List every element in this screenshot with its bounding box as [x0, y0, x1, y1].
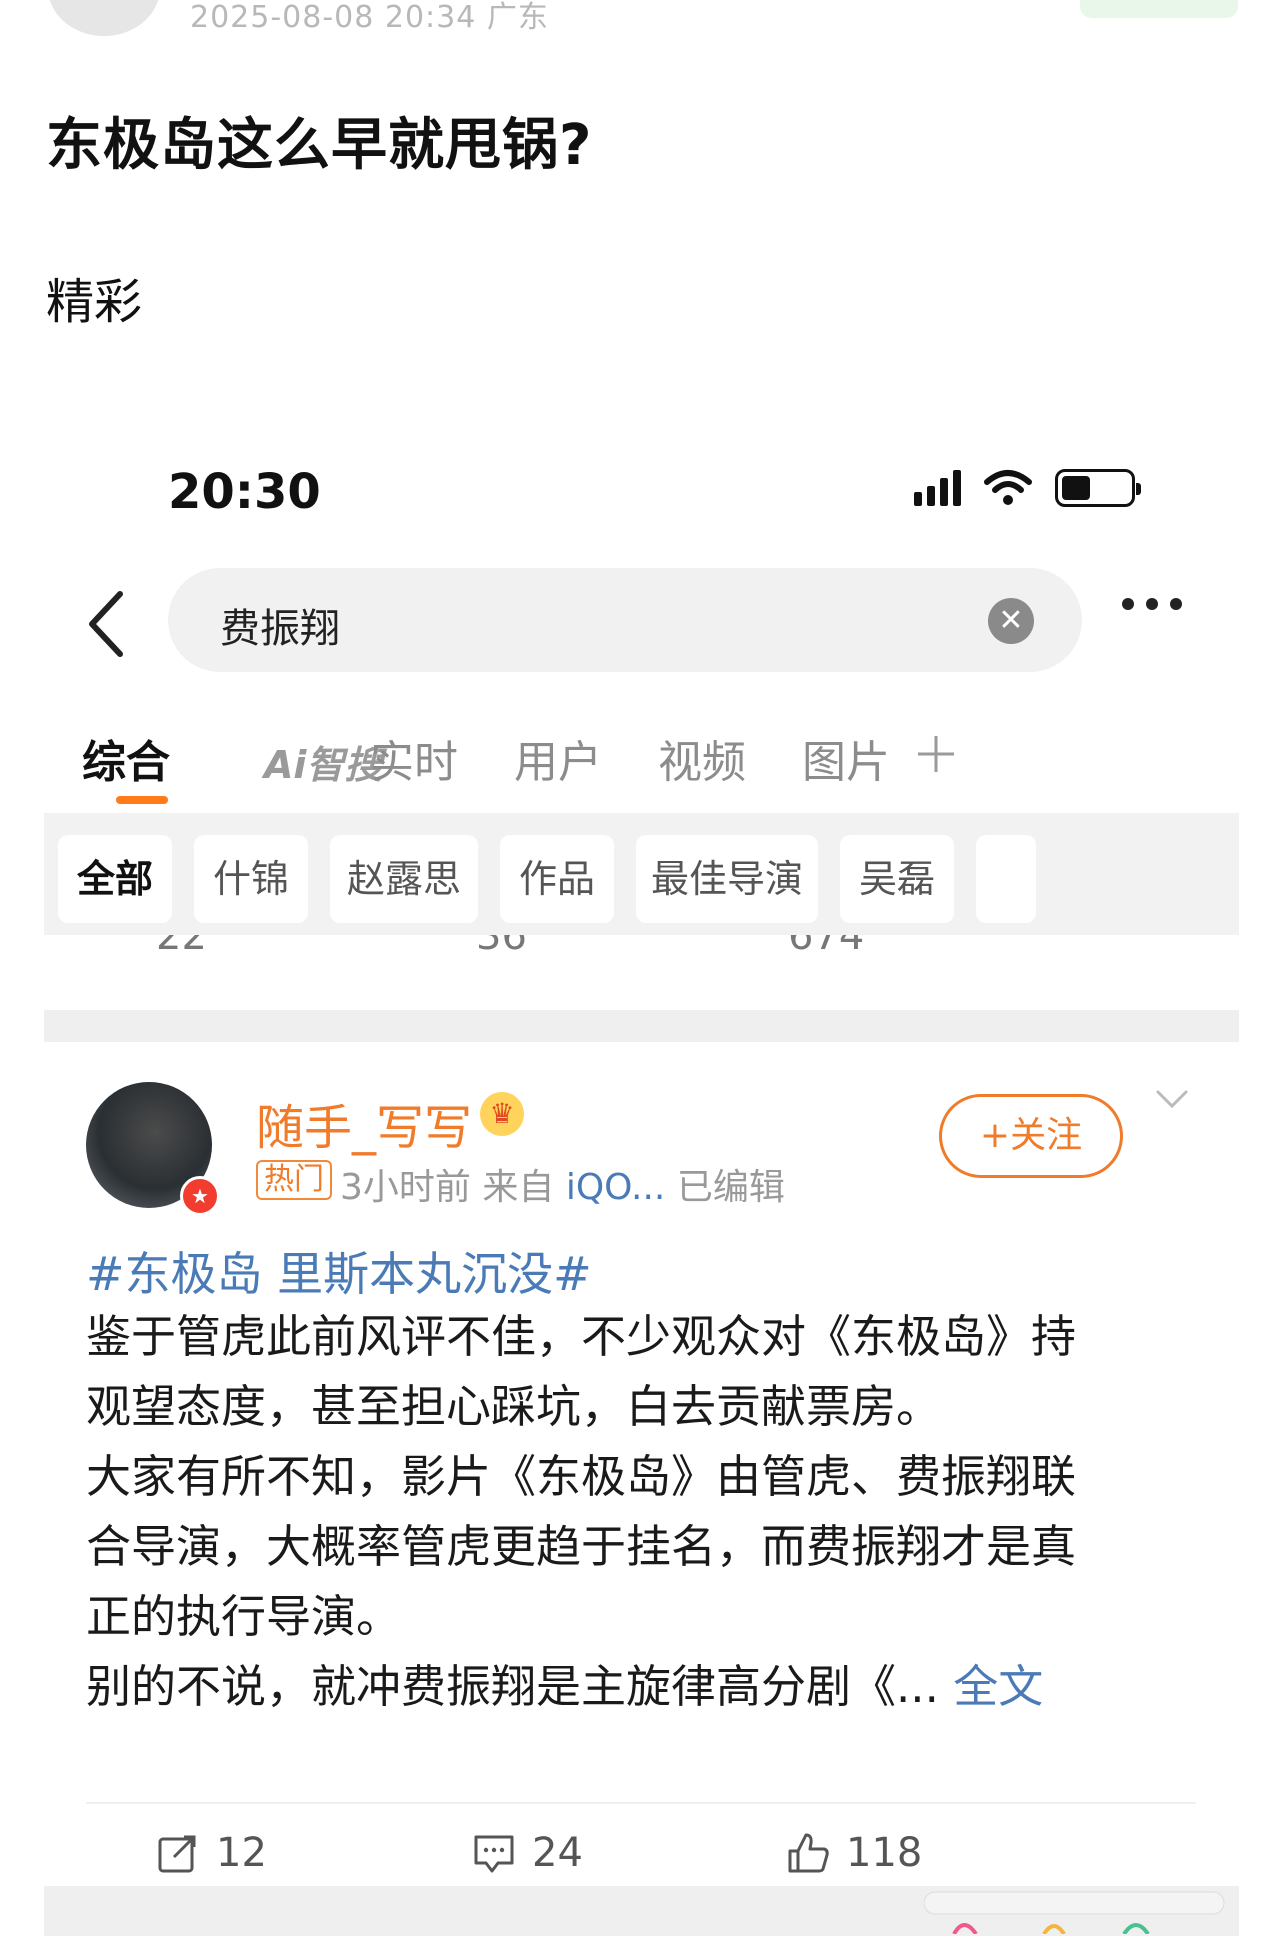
- divider: [86, 1802, 1196, 1804]
- chip-partial[interactable]: [976, 835, 1036, 923]
- comment-count: 24: [532, 1830, 583, 1876]
- like-icon: [788, 1833, 829, 1873]
- like-count: 118: [846, 1830, 923, 1876]
- post-edited: 已编辑: [676, 1167, 785, 1208]
- prev-repost-count: 22: [156, 935, 207, 959]
- post-source[interactable]: iQO...: [566, 1167, 666, 1208]
- repost-count: 12: [216, 1830, 267, 1876]
- post-content: 鉴于管虎此前风评不佳，不少观众对《东极岛》持 观望态度，甚至担心踩坑，白去贡献票…: [86, 1302, 1196, 1722]
- plus-icon[interactable]: [916, 734, 956, 774]
- chip-all[interactable]: 全部: [58, 835, 172, 923]
- post-title: 东极岛这么早就甩锅?: [46, 113, 593, 178]
- chip-zhao-lusi[interactable]: 赵露思: [330, 835, 478, 923]
- post-line: 合导演，大概率管虎更趋于挂名，而费振翔才是真: [86, 1520, 1077, 1573]
- battery-icon: [1055, 469, 1141, 507]
- post-meta: 3小时前 来自 iQO... 已编辑: [340, 1158, 785, 1210]
- repost-button[interactable]: 12: [156, 1830, 267, 1876]
- prev-comment-count: 36: [476, 935, 527, 959]
- post-line: 观望态度，甚至担心踩坑，白去贡献票房。: [86, 1380, 942, 1433]
- outer-avatar[interactable]: [48, 0, 160, 36]
- card-separator: [44, 1010, 1239, 1042]
- post-time: 3小时前: [340, 1167, 471, 1208]
- prev-like-count: 674: [788, 935, 865, 959]
- chip-wu-lei[interactable]: 吴磊: [840, 835, 954, 923]
- post-line: 正的执行导演。: [86, 1590, 402, 1643]
- tab-realtime[interactable]: 实时: [370, 726, 458, 790]
- signal-icon: [914, 470, 961, 506]
- status-time: 20:30: [168, 464, 321, 520]
- more-icon[interactable]: [1122, 598, 1182, 610]
- search-tabs: 综合 Ai智搜 实时 用户 视频 图片: [44, 720, 1239, 810]
- chip-best-director[interactable]: 最佳导演: [636, 835, 818, 923]
- verified-badge-icon: ★: [180, 1176, 220, 1216]
- post-last-line: 别的不说，就冲费振翔是主旋律高分剧《... 全文: [86, 1652, 1196, 1722]
- watermark-graphic: [924, 1891, 1225, 1934]
- tab-ai-search[interactable]: Ai智搜: [264, 734, 382, 789]
- follow-button[interactable]: +关注: [939, 1094, 1123, 1178]
- read-more-link[interactable]: 全文: [953, 1660, 1043, 1713]
- filter-chips: 全部 什锦 赵露思 作品 最佳导演 吴磊: [44, 813, 1239, 935]
- status-icons: [914, 468, 1141, 508]
- post-line: 大家有所不知，影片《东极岛》由管虎、费振翔联: [86, 1450, 1077, 1503]
- outer-post-meta: 2025-08-08 20:34 广东: [190, 0, 549, 35]
- like-button[interactable]: 118: [786, 1830, 922, 1876]
- previous-card-actions: 22 36 674: [44, 935, 1239, 975]
- post-line: 别的不说，就冲费振翔是主旋律高分剧《...: [86, 1660, 939, 1713]
- post-body: 精彩: [46, 274, 143, 330]
- tab-active-indicator: [116, 796, 168, 804]
- comment-button[interactable]: 24: [472, 1830, 583, 1876]
- post-line: 鉴于管虎此前风评不佳，不少观众对《东极岛》持: [86, 1310, 1077, 1363]
- tab-videos[interactable]: 视频: [658, 726, 746, 790]
- clear-icon[interactable]: ✕: [988, 598, 1034, 644]
- post-from: 来自: [482, 1167, 555, 1208]
- weibo-card: ★ 随手_写写 ♛ 热门 3小时前 来自 iQO... 已编辑 +关注 #东极岛…: [44, 1042, 1239, 1902]
- chip-assorted[interactable]: 什锦: [194, 835, 308, 923]
- chip-works[interactable]: 作品: [500, 835, 614, 923]
- search-query: 费振翔: [220, 606, 340, 652]
- chevron-down-icon[interactable]: [1152, 1078, 1192, 1118]
- tab-images[interactable]: 图片: [802, 726, 890, 790]
- wifi-icon: [984, 470, 1032, 505]
- hashtag-link[interactable]: #东极岛 里斯本丸沉没#: [86, 1238, 592, 1304]
- hot-tag: 热门: [256, 1160, 332, 1200]
- crown-icon: ♛: [480, 1092, 524, 1136]
- tab-users[interactable]: 用户: [514, 726, 602, 790]
- embedded-screenshot: 20:30 费振翔 ✕ 综合 Ai智搜 实时 用户 视频 图片 全部 什锦 赵露…: [44, 420, 1239, 1936]
- user-name[interactable]: 随手_写写: [256, 1088, 472, 1158]
- comment-icon: [474, 1835, 514, 1873]
- tab-comprehensive[interactable]: 综合: [82, 726, 170, 790]
- search-input[interactable]: 费振翔 ✕: [168, 568, 1082, 672]
- back-arrow-icon[interactable]: [80, 588, 136, 660]
- repost-icon: [158, 1835, 196, 1873]
- outer-follow-button[interactable]: [1080, 0, 1238, 18]
